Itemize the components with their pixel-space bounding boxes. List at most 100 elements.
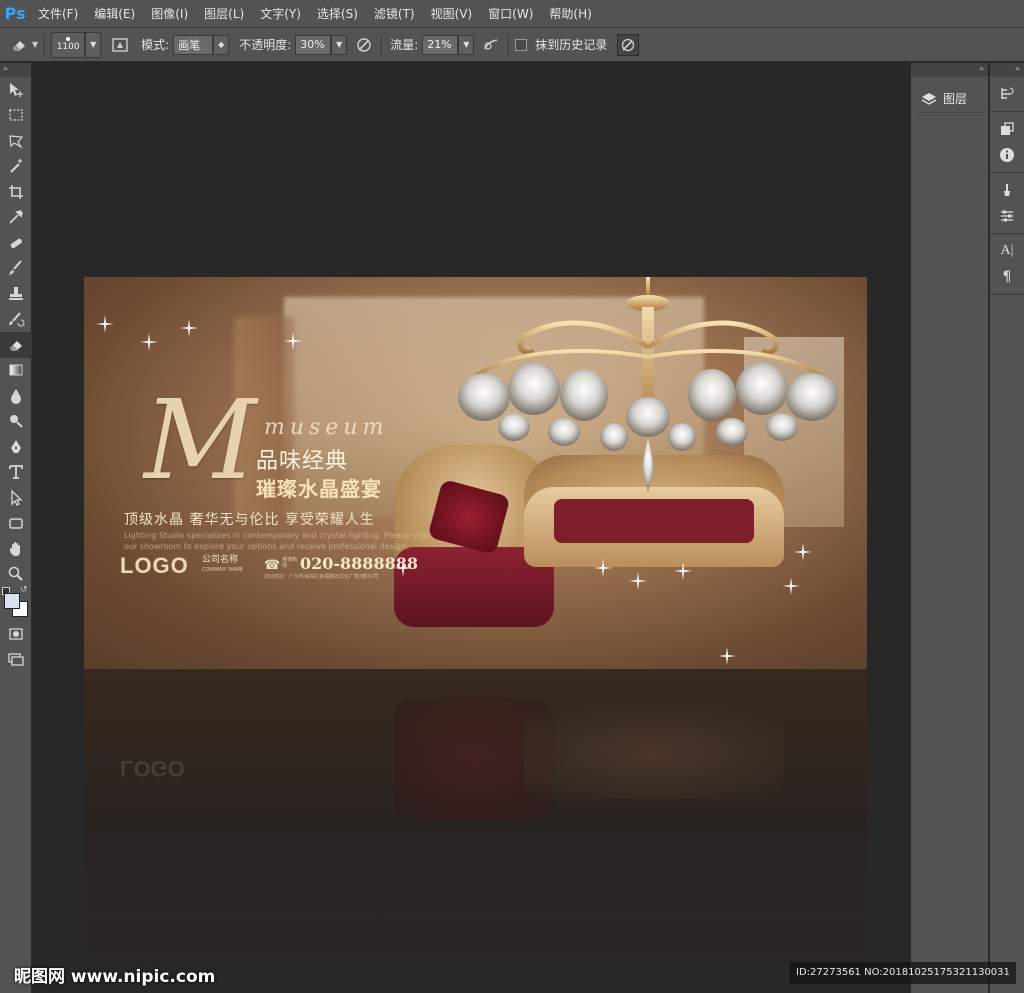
flow-input[interactable]: 21%: [422, 34, 459, 55]
menu-help[interactable]: 帮助(H): [541, 0, 599, 28]
paragraph-panel-icon[interactable]: ¶: [990, 264, 1024, 290]
healing-brush-tool-icon[interactable]: [0, 230, 32, 256]
crystal-chandelier-image: [458, 277, 838, 492]
type-tool-icon[interactable]: [0, 460, 32, 486]
erase-to-history-checkbox[interactable]: [515, 38, 528, 51]
move-tool-icon[interactable]: [0, 77, 32, 103]
reflected-logo: LOGO: [120, 756, 185, 781]
brush-presets-icon[interactable]: [990, 177, 1024, 203]
blur-tool-icon[interactable]: [0, 383, 32, 409]
brush-size-dropdown[interactable]: ▼: [85, 31, 102, 58]
eraser-tool-icon[interactable]: [0, 332, 32, 358]
sofa-cushion-graphic: [554, 499, 754, 543]
headline-primary: 品味经典: [256, 449, 349, 474]
sparkle-icon: [629, 572, 647, 590]
menu-filter[interactable]: 滤镜(T): [366, 0, 423, 28]
museum-script-text: museum: [264, 415, 389, 440]
clone-stamp-tool-icon[interactable]: [0, 281, 32, 307]
path-selection-tool-icon[interactable]: [0, 485, 32, 511]
opacity-label: 不透明度:: [239, 38, 292, 52]
panel-group: A| ¶: [990, 234, 1024, 295]
separator: [44, 33, 46, 56]
color-swatches-icon[interactable]: ↺: [0, 585, 32, 621]
sparkle-icon: [794, 543, 812, 561]
menu-window[interactable]: 窗口(W): [480, 0, 541, 28]
dodge-tool-icon[interactable]: [0, 409, 32, 435]
panel-group: [990, 77, 1024, 112]
marquee-tool-icon[interactable]: [0, 103, 32, 129]
photoshop-logo: Ps: [4, 4, 26, 23]
pressure-size-icon[interactable]: [617, 33, 640, 56]
screen-mode-icon[interactable]: [0, 647, 32, 673]
document-canvas-area[interactable]: M museum 品味经典 璀璨水晶盛宴 顶级水晶 奢华无与伦比 享受荣耀人生 …: [33, 63, 909, 993]
opacity-input[interactable]: 30%: [295, 34, 332, 55]
menu-view[interactable]: 视图(V): [423, 0, 481, 28]
gradient-tool-icon[interactable]: [0, 358, 32, 384]
brush-panel-icon[interactable]: [109, 34, 131, 56]
menu-image[interactable]: 图像(I): [143, 0, 196, 28]
company-name-en: COMPANY NAME: [202, 567, 243, 573]
separator: [381, 33, 383, 56]
history-brush-tool-icon[interactable]: [0, 307, 32, 333]
brush-tip-icon: [66, 37, 71, 41]
mode-dropdown[interactable]: ◆: [213, 34, 230, 55]
zoom-tool-icon[interactable]: [0, 562, 32, 588]
layers-panel-tab[interactable]: 图层: [915, 85, 984, 113]
address-text: 活动地址：广州市海珠区幸福路旧文化广场3楼31号: [264, 574, 379, 580]
panels-column: « 图层: [910, 63, 988, 993]
quick-mask-icon[interactable]: [0, 621, 32, 647]
magic-wand-tool-icon[interactable]: [0, 154, 32, 180]
reflected-sofa: [524, 709, 784, 799]
sparkle-icon: [180, 319, 198, 337]
swap-colors-icon[interactable]: ↺: [20, 585, 28, 595]
eyedropper-tool-icon[interactable]: [0, 205, 32, 231]
sparkle-icon: [782, 577, 800, 595]
foreground-color-swatch[interactable]: [4, 593, 20, 609]
menu-bar: Ps 文件(F) 编辑(E) 图像(I) 图层(L) 文字(Y) 选择(S) 滤…: [0, 0, 1024, 28]
mode-select[interactable]: 画笔: [173, 34, 214, 55]
opacity-dropdown[interactable]: ▼: [331, 34, 348, 55]
layers-icon: [921, 92, 937, 105]
poster-artwork[interactable]: M museum 品味经典 璀璨水晶盛宴 顶级水晶 奢华无与伦比 享受荣耀人生 …: [84, 277, 867, 669]
character-panel-icon[interactable]: A|: [990, 238, 1024, 264]
big-m-letter: M: [144, 376, 257, 504]
menu-type[interactable]: 文字(Y): [252, 0, 309, 28]
eraser-tool-preset-icon[interactable]: [8, 34, 30, 56]
english-description-line2: our showroom to explore your options and…: [124, 542, 407, 551]
sparkle-icon: [284, 332, 302, 350]
crop-tool-icon[interactable]: [0, 179, 32, 205]
english-description-line1: Lighting Studio specializes in contempor…: [124, 531, 429, 540]
actions-panel-icon[interactable]: [990, 116, 1024, 142]
airbrush-icon[interactable]: [480, 34, 502, 56]
artwork-reflection: LOGO: [84, 669, 867, 993]
preset-dropdown-icon[interactable]: ▼: [32, 40, 38, 49]
tools-panel: » ↺: [0, 63, 32, 993]
pressure-opacity-icon[interactable]: [353, 34, 375, 56]
hand-tool-icon[interactable]: [0, 536, 32, 562]
menu-select[interactable]: 选择(S): [309, 0, 366, 28]
history-panel-icon[interactable]: [990, 81, 1024, 107]
menu-file[interactable]: 文件(F): [30, 0, 86, 28]
collapse-arrows-icon[interactable]: »: [0, 63, 31, 77]
hotline-label: 咨询热线: [282, 557, 298, 569]
collapse-arrows-icon[interactable]: «: [990, 63, 1024, 77]
info-panel-icon[interactable]: [990, 142, 1024, 168]
slogan-text: 顶级水晶 奢华无与伦比 享受荣耀人生: [124, 512, 375, 528]
erase-to-history-label: 抹到历史记录: [535, 38, 608, 52]
layers-tab-label: 图层: [943, 92, 968, 106]
brush-size-picker[interactable]: 1100: [51, 31, 86, 58]
nipic-watermark: 昵图网 www.nipic.com: [14, 967, 216, 987]
logo-placeholder: LOGO: [120, 553, 189, 578]
phone-icon: ☎: [264, 558, 281, 573]
lasso-tool-icon[interactable]: [0, 128, 32, 154]
brush-size-value: 1100: [56, 42, 80, 52]
menu-edit[interactable]: 编辑(E): [86, 0, 143, 28]
flow-dropdown[interactable]: ▼: [458, 34, 475, 55]
adjustments-sliders-icon[interactable]: [990, 203, 1024, 229]
pen-tool-icon[interactable]: [0, 434, 32, 460]
rectangle-tool-icon[interactable]: [0, 511, 32, 537]
menu-layer[interactable]: 图层(L): [196, 0, 252, 28]
brush-tool-icon[interactable]: [0, 256, 32, 282]
options-bar: ▼ 1100 ▼ 模式: 画笔 ◆ 不透明度: 30% ▼ 流量: 21% ▼ …: [0, 28, 1024, 62]
collapse-arrows-icon[interactable]: «: [911, 63, 988, 77]
